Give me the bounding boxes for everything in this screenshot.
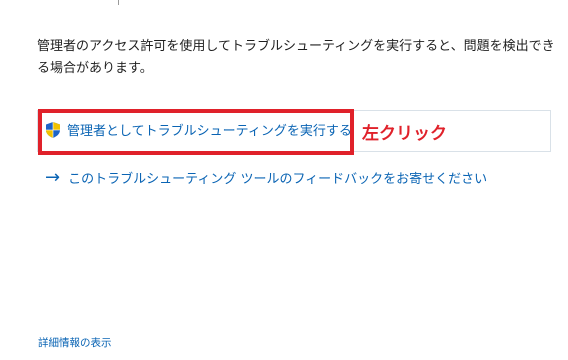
view-details-link[interactable]: 詳細情報の表示 (38, 335, 112, 350)
top-edge-fragment (0, 0, 568, 8)
feedback-link-label: このトラブルシューティング ツールのフィードバックをお寄せください (68, 172, 488, 187)
window-edge-line (118, 0, 119, 5)
arrow-right-icon: → (45, 166, 61, 188)
feedback-link[interactable]: → このトラブルシューティング ツールのフィードバックをお寄せください (45, 168, 487, 187)
description-text: 管理者のアクセス許可を使用してトラブルシューティングを実行すると、問題を検出でき… (37, 39, 555, 76)
left-click-annotation: 左クリック (362, 124, 447, 144)
highlight-box (38, 109, 354, 155)
